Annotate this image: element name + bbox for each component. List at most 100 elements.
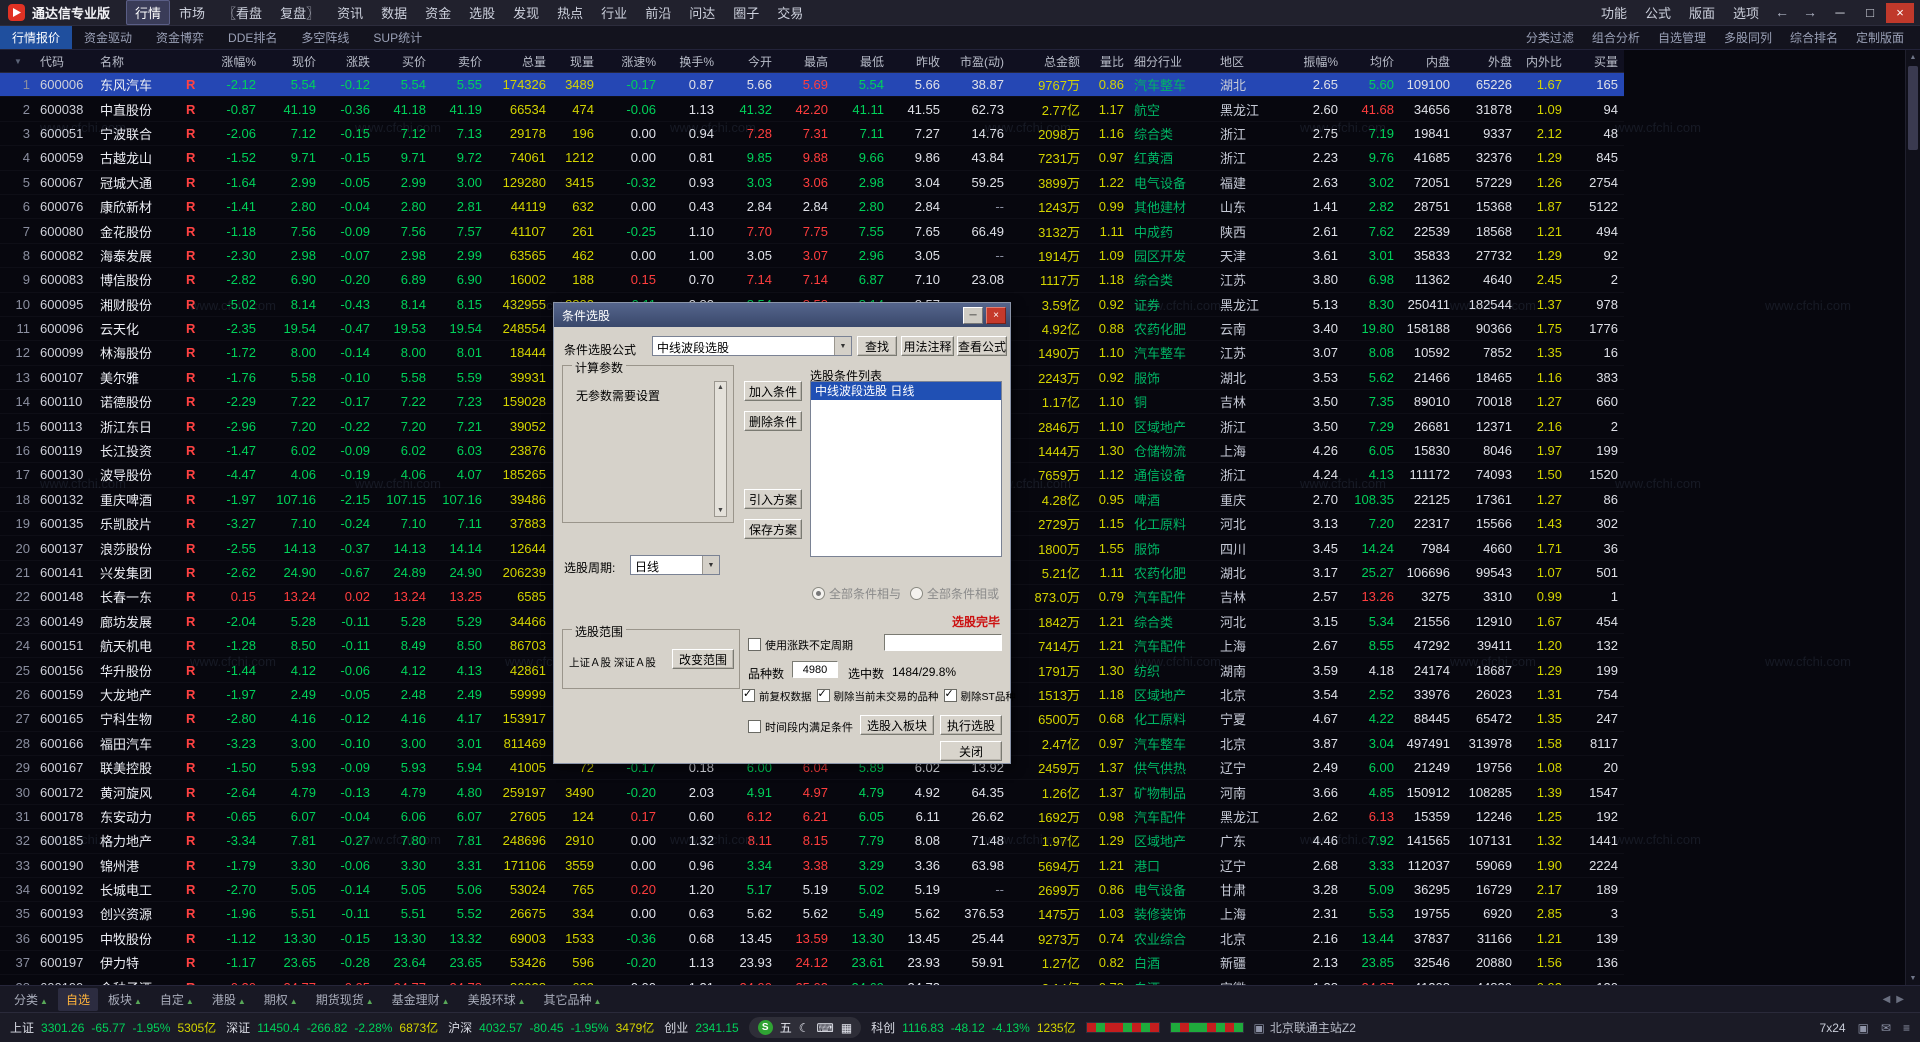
count-value-input[interactable]: 4980 xyxy=(792,661,838,678)
menu-item-圈子[interactable]: 圈子 xyxy=(724,0,768,25)
add-condition-button[interactable]: 加入条件 xyxy=(744,381,802,401)
menu-item-功能[interactable]: 功能 xyxy=(1592,0,1636,25)
table-row[interactable]: 6 600076 康欣新材 R -1.41 2.80 -0.04 2.80 2.81 44119 6… xyxy=(0,194,1624,220)
menu-item-问达[interactable]: 问达 xyxy=(680,0,724,25)
table-row[interactable]: 34 600192 长城电工 R -2.70 5.05 -0.14 5.05 5.06 53024… xyxy=(0,877,1624,903)
table-row[interactable]: 33 600190 锦州港 R -1.79 3.30 -0.06 3.30 3.31 171106… xyxy=(0,853,1624,878)
remove-st-checkbox[interactable]: 剔除ST品种 xyxy=(943,687,1016,704)
bottom-tab-美股环球[interactable]: 美股环球 ▲ xyxy=(460,988,534,1011)
menu-icon[interactable]: ≡ xyxy=(1903,1021,1910,1035)
menu-item-热点[interactable]: 热点 xyxy=(548,0,592,25)
bottom-tab-港股[interactable]: 港股 ▲ xyxy=(204,988,254,1011)
table-row[interactable]: 35 600193 创兴资源 R -1.96 5.51 -0.11 5.51 5.52 26675… xyxy=(0,901,1624,927)
combo-arrow-icon[interactable]: ▼ xyxy=(834,337,851,355)
wubi-mode-icon[interactable]: 五 xyxy=(780,1019,792,1036)
formula-combobox[interactable]: 中线波段选股 ▼ xyxy=(652,336,852,356)
menu-item-市场[interactable]: 市场 xyxy=(170,0,214,25)
execute-selection-button[interactable]: 执行选股 xyxy=(940,715,1002,735)
table-row[interactable]: 5 600067 冠城大通 R -1.64 2.99 -0.05 2.99 3.00 129280… xyxy=(0,170,1624,195)
menu-item-前沿[interactable]: 前沿 xyxy=(636,0,680,25)
column-header-r[interactable] xyxy=(182,50,204,73)
remove-untraded-checkbox[interactable]: 剔除当前未交易的品种 xyxy=(816,687,939,704)
server-status[interactable]: ▣ 北京联通主站Z2 xyxy=(1254,1019,1356,1036)
scrollbar-thumb[interactable] xyxy=(1908,66,1918,150)
scroll-down-icon[interactable]: ▼ xyxy=(1906,971,1920,985)
forward-adjust-checkbox[interactable]: 前复权数据 xyxy=(742,687,812,704)
close-button[interactable]: × xyxy=(1886,2,1914,23)
column-header-industry[interactable]: 细分行业 xyxy=(1130,50,1216,73)
save-plan-button[interactable]: 保存方案 xyxy=(744,519,802,539)
table-row[interactable]: 8 600082 海泰发展 R -2.30 2.98 -0.07 2.98 2.99 63565 4… xyxy=(0,243,1624,269)
table-row[interactable]: 32 600185 格力地产 R -3.34 7.81 -0.27 7.80 7.81 24869… xyxy=(0,828,1624,854)
table-row[interactable]: 36 600195 中牧股份 R -1.12 13.30 -0.15 13.30 13.32 69… xyxy=(0,926,1624,952)
view-formula-button[interactable]: 查看公式 xyxy=(957,336,1007,356)
table-row[interactable]: 31 600178 东安动力 R -0.65 6.07 -0.04 6.06 6.07 27605… xyxy=(0,804,1624,830)
menu-item-资讯[interactable]: 资讯 xyxy=(328,0,372,25)
forward-icon[interactable]: → xyxy=(1796,4,1824,20)
column-header-sell[interactable]: 卖价 xyxy=(432,50,488,73)
updown-period-checkbox[interactable]: 使用涨跌不定周期 xyxy=(748,637,853,653)
toolbar-link-分类过滤[interactable]: 分类过滤 xyxy=(1526,29,1574,46)
updown-period-input[interactable] xyxy=(884,634,1002,651)
column-header-inner[interactable]: 内盘 xyxy=(1400,50,1456,73)
column-header-high[interactable]: 最高 xyxy=(778,50,834,73)
sogou-input-icon[interactable]: S xyxy=(757,1020,773,1035)
table-row[interactable]: 7 600080 金花股份 R -1.18 7.56 -0.09 7.56 7.57 41107 2… xyxy=(0,218,1624,244)
toolbar-tab-SUP统计[interactable]: SUP统计 xyxy=(361,26,434,49)
scroll-up-icon[interactable]: ▲ xyxy=(717,382,724,393)
bottom-tab-基金理财[interactable]: 基金理财 ▲ xyxy=(384,988,458,1011)
change-range-button[interactable]: 改变范围 xyxy=(672,649,734,669)
vertical-scrollbar[interactable]: ▲ ▼ xyxy=(1905,50,1920,985)
column-header-open[interactable]: 今开 xyxy=(720,50,778,73)
menu-item-选项[interactable]: 选项 xyxy=(1724,0,1768,25)
column-header-outer[interactable]: 外盘 xyxy=(1456,50,1518,73)
menu-item-交易[interactable]: 交易 xyxy=(768,0,812,25)
maximize-button[interactable]: □ xyxy=(1856,3,1884,23)
mail-icon[interactable]: ✉ xyxy=(1881,1021,1891,1035)
find-button[interactable]: 查找 xyxy=(857,336,897,356)
close-dialog-button[interactable]: 关闭 xyxy=(940,741,1002,761)
column-header-chg[interactable]: 涨跌 xyxy=(322,50,376,73)
toolbar-tab-行情报价[interactable]: 行情报价 xyxy=(0,26,73,49)
condition-listbox[interactable]: 中线波段选股 日线 xyxy=(810,381,1002,557)
timerange-checkbox[interactable]: 时间段内满足条件 xyxy=(748,719,853,735)
radio-conditions-or[interactable]: 全部条件相或 xyxy=(910,585,999,602)
menu-item-行情[interactable]: 行情 xyxy=(126,0,171,25)
params-scrollbar[interactable]: ▲ ▼ xyxy=(714,381,727,517)
menu-item-行业[interactable]: 行业 xyxy=(592,0,636,25)
bottom-tab-板块[interactable]: 板块 ▲ xyxy=(100,988,150,1011)
column-header-pct[interactable]: 涨幅% xyxy=(204,50,262,73)
column-header-speed[interactable]: 涨速% xyxy=(600,50,662,73)
bottom-tab-期权[interactable]: 期权 ▲ xyxy=(256,988,306,1011)
bottom-tab-自选[interactable]: 自选 xyxy=(57,987,98,1011)
combo-arrow-icon[interactable]: ▼ xyxy=(702,556,719,574)
menu-item-选股[interactable]: 选股 xyxy=(460,0,504,25)
select-to-block-button[interactable]: 选股入板块 xyxy=(860,715,934,735)
ime-more-icon[interactable]: ▦ xyxy=(841,1021,852,1035)
column-header-pe[interactable]: 市盈(动) xyxy=(946,50,1010,73)
column-header-num[interactable]: ▼ xyxy=(0,50,36,73)
table-row[interactable]: 30 600172 黄河旋风 R -2.64 4.79 -0.13 4.79 4.80 25919… xyxy=(0,779,1624,805)
radio-conditions-and[interactable]: 全部条件相与 xyxy=(812,585,901,602)
menu-item-复盘〗[interactable]: 复盘〗 xyxy=(271,0,328,25)
monitor-icon[interactable]: ▣ xyxy=(1858,1021,1869,1035)
usage-note-button[interactable]: 用法注释 xyxy=(901,336,954,356)
column-header-volratio[interactable]: 量比 xyxy=(1086,50,1130,73)
column-header-code[interactable]: 代码 xyxy=(36,50,96,73)
table-row[interactable]: 2 600038 中直股份 R -0.87 41.19 -0.36 41.18 41.19 665… xyxy=(0,96,1624,122)
column-header-buy[interactable]: 买价 xyxy=(376,50,432,73)
column-header-prev[interactable]: 昨收 xyxy=(890,50,946,73)
table-row[interactable]: 1 600006 东风汽车 R -2.12 5.54 -0.12 5.54 5.55 174326… xyxy=(0,72,1624,98)
dialog-minimize-button[interactable]: ─ xyxy=(963,306,983,324)
column-header-amp[interactable]: 振幅% xyxy=(1280,50,1344,73)
menu-item-公式[interactable]: 公式 xyxy=(1636,0,1680,25)
column-header-vol[interactable]: 总量 xyxy=(488,50,552,73)
toolbar-link-定制版面[interactable]: 定制版面 xyxy=(1856,29,1904,46)
menu-item-版面[interactable]: 版面 xyxy=(1680,0,1724,25)
column-header-ratio[interactable]: 内外比 xyxy=(1518,50,1568,73)
toolbar-link-多股同列[interactable]: 多股同列 xyxy=(1724,29,1772,46)
dialog-close-icon[interactable]: × xyxy=(986,306,1006,324)
bottom-tab-分类[interactable]: 分类 ▲ xyxy=(6,988,56,1011)
toolbar-tab-多空阵线[interactable]: 多空阵线 xyxy=(289,26,361,49)
column-header-low[interactable]: 最低 xyxy=(834,50,890,73)
